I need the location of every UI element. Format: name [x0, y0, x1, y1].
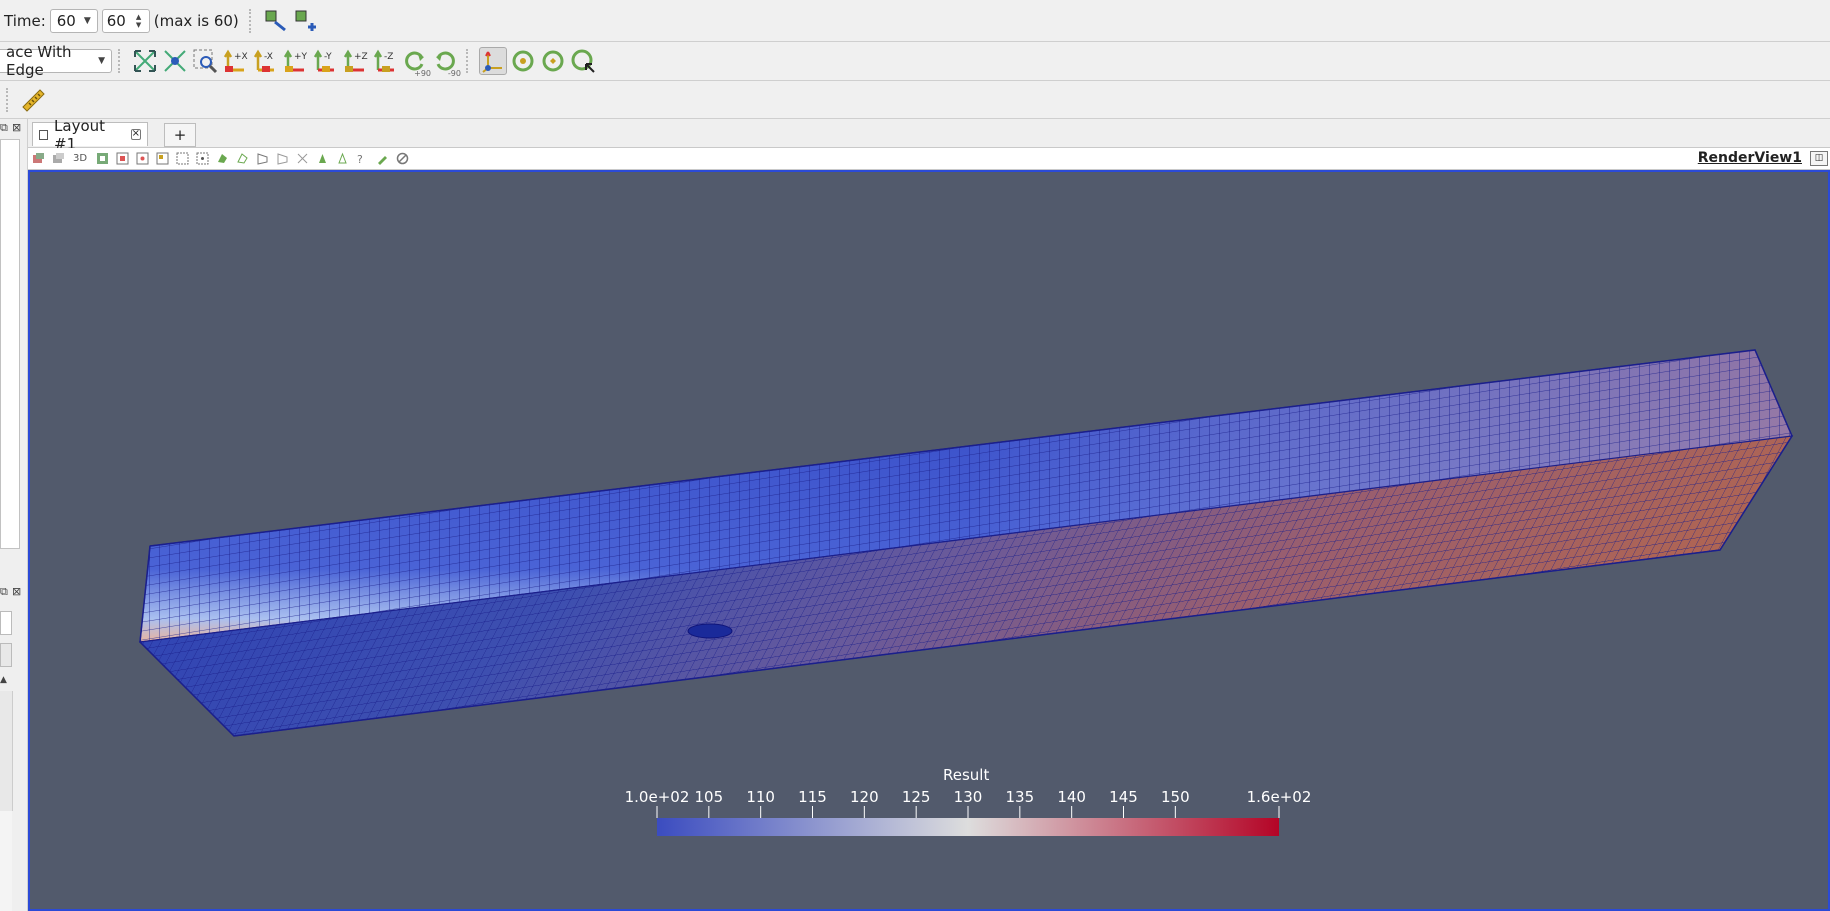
close-icon[interactable]: ⊠ [12, 585, 21, 598]
edit-selection-icon[interactable] [375, 152, 389, 166]
tab-layout-1[interactable]: Layout #1 × [32, 117, 148, 153]
svg-text:-Y: -Y [324, 52, 332, 62]
color-legend-gradient [657, 818, 1279, 836]
split-view-icon[interactable]: ◫ [1810, 151, 1828, 166]
polygon-select-points-icon[interactable] [235, 152, 249, 166]
color-legend-tick-label: 110 [746, 788, 775, 806]
float-panel-icon[interactable]: ⧉ [0, 585, 8, 599]
select-frustum-icon[interactable] [255, 152, 269, 166]
color-legend: Result 1.0e+02 105 110 115 120 125 130 135 140 14… [30, 172, 1828, 909]
shrink-selection-icon[interactable] [315, 152, 329, 166]
view-toolbar: 3D ? RenderView1 ◫ [28, 148, 1830, 170]
hover-points-icon[interactable] [335, 152, 349, 166]
color-legend-tick-label: 105 [694, 788, 724, 806]
view-minus-y-icon[interactable]: -Y [311, 47, 339, 75]
view-name-label[interactable]: RenderView1 [1698, 150, 1802, 166]
rotate-plus-90-icon[interactable]: +90 [401, 47, 431, 78]
color-legend-tick-label: 120 [850, 788, 879, 806]
properties-field[interactable] [0, 611, 12, 635]
float-panel-icon[interactable]: ⧉ [0, 121, 8, 135]
add-time-icon[interactable] [292, 7, 320, 35]
ruler-icon[interactable] [19, 86, 47, 114]
svg-text:-Z: -Z [384, 52, 393, 62]
time-step-value: 60 [106, 11, 126, 30]
chevron-down-icon: ▼ [98, 56, 105, 66]
color-legend-tick-label: 125 [901, 788, 931, 806]
camera-link-icon[interactable] [95, 152, 109, 166]
toolbar-grip[interactable] [6, 87, 12, 112]
color-legend-tick-label: 1.6e+02 [1246, 788, 1312, 806]
close-icon[interactable]: × [130, 129, 141, 140]
interactive-select-cells-icon[interactable] [175, 152, 189, 166]
select-blocks-icon[interactable] [155, 152, 169, 166]
representation-value: ace With Edge [6, 43, 72, 79]
select-points-icon[interactable] [135, 152, 149, 166]
color-legend-tick-label: 1.0e+02 [624, 788, 690, 806]
interactive-select-points-icon[interactable] [195, 152, 209, 166]
color-legend-tick-label: 135 [1005, 788, 1035, 806]
svg-text:?: ? [357, 153, 363, 165]
zoom-to-box-icon[interactable] [191, 47, 219, 75]
select-cells-icon[interactable] [115, 152, 129, 166]
show-orientation-axes-icon[interactable] [479, 47, 507, 75]
polygon-select-icon[interactable] [215, 152, 229, 166]
show-center-icon[interactable] [509, 47, 537, 75]
chevron-down-icon: ▼ [83, 15, 91, 26]
view-plus-x-icon[interactable]: +X [221, 47, 249, 75]
svg-text:+Y: +Y [294, 52, 308, 62]
grow-selection-icon[interactable] [295, 152, 309, 166]
information-panel [0, 811, 12, 911]
color-legend-tick-label: 150 [1161, 788, 1190, 806]
svg-text:+Z: +Z [354, 52, 368, 62]
select-frustum-points-icon[interactable] [275, 152, 289, 166]
view-plus-y-icon[interactable]: +Y [281, 47, 309, 75]
spin-arrows-icon: ▲ ▼ [135, 12, 142, 29]
color-legend-tick-label: 140 [1057, 788, 1086, 806]
properties-gear-button[interactable] [0, 643, 12, 667]
layout-tab-bar: Layout #1 × + [28, 117, 1830, 153]
rotate-plus-90-label: +90 [414, 69, 431, 78]
properties-scroll-area[interactable] [0, 691, 13, 811]
save-state-icon[interactable] [51, 152, 65, 166]
render-view[interactable]: Result 1.0e+02 105 110 115 120 125 130 135 140 14… [28, 170, 1830, 911]
zoom-to-data-icon[interactable] [161, 47, 189, 75]
close-icon[interactable]: ⊠ [12, 121, 21, 134]
color-legend-tick-label: 130 [953, 788, 983, 806]
view-minus-x-icon[interactable]: -X [251, 47, 279, 75]
color-legend-tick-label: 145 [1109, 788, 1138, 806]
reset-center-icon[interactable] [539, 47, 567, 75]
time-step-spinbox[interactable]: 60 ▲ ▼ [101, 8, 150, 33]
svg-text:+X: +X [234, 52, 248, 62]
left-dock-panel: ⧉ ⊠ ⧉ ⊠ ▲ [0, 119, 28, 911]
time-max-text: (max is 60) [153, 11, 239, 30]
clear-selection-icon[interactable] [395, 152, 409, 166]
color-legend-tick-label: 115 [798, 788, 827, 806]
layout-window-icon [39, 129, 49, 140]
camera-toolbar: ace With Edge ▼ +X -X +Y -Y +Z -Z +90 -9… [0, 42, 1830, 81]
view-plus-z-icon[interactable]: +Z [341, 47, 369, 75]
measure-toolbar [0, 81, 1830, 119]
toggle-3d-button[interactable]: 3D [71, 152, 89, 166]
hover-cells-icon[interactable]: ? [355, 152, 369, 166]
view-minus-z-icon[interactable]: -Z [371, 47, 399, 75]
chevron-up-icon[interactable]: ▲ [0, 675, 7, 685]
rotate-minus-90-label: -90 [447, 69, 461, 78]
capture-screenshot-icon[interactable] [31, 152, 45, 166]
time-value: 60 [56, 11, 76, 30]
toolbar-grip[interactable] [118, 49, 124, 73]
time-combo[interactable]: 60 ▼ [49, 8, 98, 33]
svg-text:-X: -X [264, 52, 273, 62]
edit-time-icon[interactable] [262, 7, 290, 35]
pipeline-browser-area[interactable] [0, 139, 20, 549]
toolbar-grip[interactable] [466, 49, 472, 73]
time-toolbar: Time: 60 ▼ 60 ▲ ▼ (max is 60) [0, 0, 1830, 42]
add-layout-button[interactable]: + [164, 123, 196, 147]
toolbar-grip[interactable] [248, 8, 255, 33]
reset-camera-icon[interactable] [131, 47, 159, 75]
rotate-minus-90-icon[interactable]: -90 [431, 47, 461, 78]
pick-center-icon[interactable] [569, 47, 597, 75]
time-label: Time: [4, 11, 46, 30]
representation-combo[interactable]: ace With Edge ▼ [0, 43, 112, 79]
